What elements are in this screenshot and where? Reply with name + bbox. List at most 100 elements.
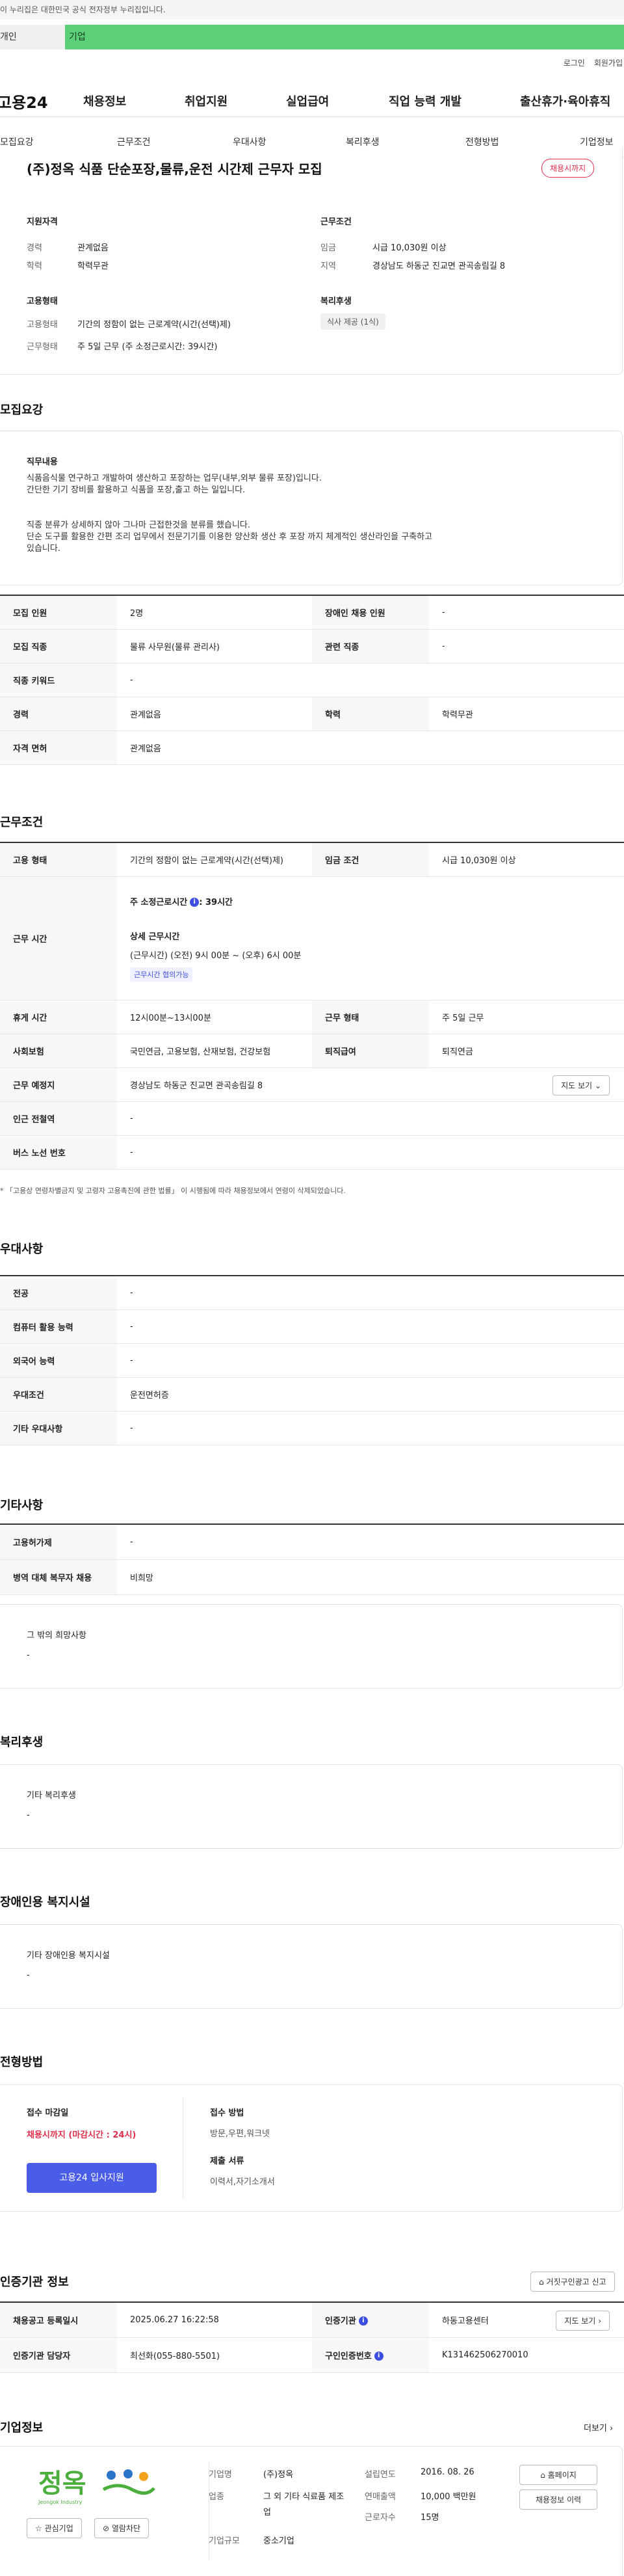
etc-heading: 기타사항: [0, 1499, 44, 1512]
founded-key: 설립연도: [365, 2470, 396, 2480]
disabled-heading: 장애인용 복지시설: [0, 1896, 90, 1909]
agency-map-button[interactable]: 지도 보기 ›: [556, 2311, 610, 2331]
negotiable-chip: 근무시간 협의가능: [130, 967, 611, 982]
star-icon: ☆: [35, 2524, 42, 2533]
disabled-card: 기타 장애인용 복지시설 -: [0, 1924, 623, 2009]
industry-key: 업종: [209, 2492, 224, 2502]
revenue-key: 연매출액: [365, 2492, 396, 2502]
deadline-label: 접수 마감일: [27, 2108, 69, 2118]
table-row: 기타 우대사항 -: [0, 1411, 624, 1445]
selection-card: 접수 마감일 채용시까지 (마감시간 : 24시) 고용24 입사지원 접수 방…: [0, 2084, 623, 2212]
conditions-table: 고용 형태 기간의 정함이 없는 근로계약(시간(선택)제) 임금 조건 시급 …: [0, 842, 624, 1170]
signup-link[interactable]: 회원가입: [594, 59, 623, 68]
recruit-table: 모집 인원 2명 장애인 채용 인원 - 모집 직종 물류 사무원(물류 관리사…: [0, 595, 624, 765]
info-icon[interactable]: i: [190, 898, 200, 907]
table-row: 모집 인원 2명 장애인 채용 인원 -: [0, 595, 624, 630]
table-row: 휴게 시간 12시00분~13시00분 근무 형태 주 5일 근무: [0, 1000, 624, 1034]
info-icon[interactable]: i: [374, 2352, 384, 2361]
user-type-tabs: 개인 기업: [0, 20, 624, 49]
wage-row-value: 시급 10,030원 이상: [429, 842, 624, 877]
cert-number-value: K131462506270010: [429, 2337, 624, 2373]
interest-button[interactable]: ☆ 관심기업: [27, 2518, 82, 2538]
apply-button[interactable]: 고용24 입사지원: [27, 2163, 157, 2193]
company-name-value: (주)정옥: [263, 2470, 294, 2480]
table-row: 우대조건 운전면허증: [0, 1377, 624, 1412]
agency-value: 하동고용센터 지도 보기 ›: [429, 2302, 624, 2338]
recruit-heading: 모집요강: [0, 403, 44, 417]
preference-heading: 우대사항: [0, 1242, 44, 1256]
employees-key: 근로자수: [365, 2513, 396, 2523]
lnb-conditions[interactable]: 근무조건: [117, 135, 151, 148]
gnb-unemployment-benefit[interactable]: 실업급여: [286, 92, 329, 109]
employment-heading: 고용형태: [27, 297, 58, 306]
table-row: 근무 예정지 경상남도 하동군 진교면 관곡송림길 8 지도 보기 ⌄: [0, 1067, 624, 1102]
lnb-company[interactable]: 기업정보: [580, 135, 614, 148]
table-row: 채용공고 등록일시 2025.06.27 16:22:58 인증기관 i 하동고용…: [0, 2302, 624, 2338]
home-icon: ⌂: [539, 2277, 544, 2287]
agency-map-label: 지도 보기: [564, 2316, 596, 2326]
block-button[interactable]: ⊘ 열람차단: [94, 2518, 150, 2538]
gnb-jobs[interactable]: 채용정보: [83, 92, 126, 109]
report-button-label: 거짓구인광고 신고: [546, 2277, 606, 2287]
tab-personal[interactable]: 개인: [0, 25, 65, 49]
gnb-employment-support[interactable]: 취업지원: [185, 92, 228, 109]
agency-heading: 인증기관 정보: [0, 2275, 69, 2289]
career-value: 관계없음: [77, 243, 109, 253]
interest-label: 관심기업: [44, 2524, 73, 2533]
employees-value: 15명: [421, 2513, 439, 2523]
other-pref-value: -: [117, 1411, 624, 1445]
tab-personal-label: 개인: [0, 32, 17, 42]
block-label: 열람차단: [111, 2524, 141, 2533]
lnb-preference[interactable]: 우대사항: [233, 135, 266, 148]
history-button[interactable]: 채용정보 이력: [519, 2489, 597, 2510]
docs-label: 제출 서류: [210, 2156, 244, 2166]
table-row: 인근 전철역 -: [0, 1101, 624, 1136]
disabled-value: -: [27, 1970, 30, 1980]
report-button[interactable]: ⌂ 거짓구인광고 신고: [530, 2272, 615, 2292]
insurance-key: 사회보험: [0, 1034, 117, 1068]
table-row: 근무 시간 주 소정근로시간 i: 39시간 상세 근무시간 (근무시간) (오전…: [0, 876, 624, 1000]
rest-key: 휴게 시간: [0, 1000, 117, 1034]
lnb-selection[interactable]: 전형방법: [465, 135, 499, 148]
company-logo-image: 정옥 Jeongok Industry: [38, 2469, 155, 2505]
table-row: 고용 형태 기간의 정함이 없는 근로계약(시간(선택)제) 임금 조건 시급 …: [0, 842, 624, 877]
disabled-count-key: 장애인 채용 인원: [312, 595, 429, 630]
education-key: 학력: [27, 262, 42, 271]
subway-key: 인근 전철역: [0, 1101, 117, 1136]
manager-key: 인증기관 담당자: [0, 2337, 117, 2373]
weekly-hours-label: 주 소정근로시간: [130, 897, 188, 907]
login-link[interactable]: 로그인: [564, 59, 585, 68]
site-logo[interactable]: 고용24: [0, 90, 48, 113]
lnb-recruit[interactable]: 모집요강: [0, 135, 34, 148]
detail-hours-value: (근무시간) (오전) 9시 00분 ~ (오후) 6시 00분: [130, 950, 302, 961]
block-box: ⊘ 열람차단: [94, 2518, 150, 2538]
job-category-key: 모집 직종: [0, 629, 117, 664]
gnb-parental-leave[interactable]: 출산휴가·육아휴직: [520, 92, 610, 109]
other-wish-card: 그 밖의 희망사항 -: [0, 1604, 623, 1689]
education-row-value: 학력무관: [429, 697, 624, 731]
wage-row-key: 임금 조건: [312, 842, 429, 877]
summary-card: (주)정옥 식품 단순포장,물류,운전 시간제 근무자 모집 채용시까지 지원자…: [0, 147, 623, 375]
homepage-button[interactable]: ⌂ 홈페이지: [519, 2465, 597, 2485]
table-row: 병역 대체 복무자 채용 비희망: [0, 1559, 624, 1595]
tab-company[interactable]: 기업: [65, 25, 624, 49]
pension-value: 퇴직연금: [429, 1034, 624, 1068]
lnb-welfare[interactable]: 복리후생: [346, 135, 380, 148]
duty-line: [27, 496, 432, 520]
table-row: 컴퓨터 활용 능력 -: [0, 1309, 624, 1344]
bus-value: -: [117, 1135, 624, 1170]
career-key: 경력: [27, 243, 42, 253]
gnb-vocational-training[interactable]: 직업 능력 개발: [389, 92, 462, 109]
more-link[interactable]: 더보기 ›: [584, 2421, 613, 2434]
gov-banner-text: 이 누리집은 대한민국 공식 전자정부 누리집입니다.: [0, 5, 166, 14]
table-row: 외국어 능력 -: [0, 1343, 624, 1378]
company-card: 정옥 Jeongok Industry ☆ 관심기업 ⊘ 열람차단 기업명 (주…: [0, 2446, 623, 2576]
table-row: 직종 키워드 -: [0, 663, 624, 697]
info-icon[interactable]: i: [358, 2316, 368, 2326]
related-job-key: 관련 직종: [312, 629, 429, 664]
table-row: 자격 면허 관계없음: [0, 731, 624, 765]
wage-value: 시급 10,030원 이상: [372, 243, 447, 253]
permit-key: 고용허가제: [0, 1524, 117, 1560]
map-button[interactable]: 지도 보기 ⌄: [552, 1075, 610, 1095]
negotiable-chip-label: 근무시간 협의가능: [130, 967, 193, 982]
